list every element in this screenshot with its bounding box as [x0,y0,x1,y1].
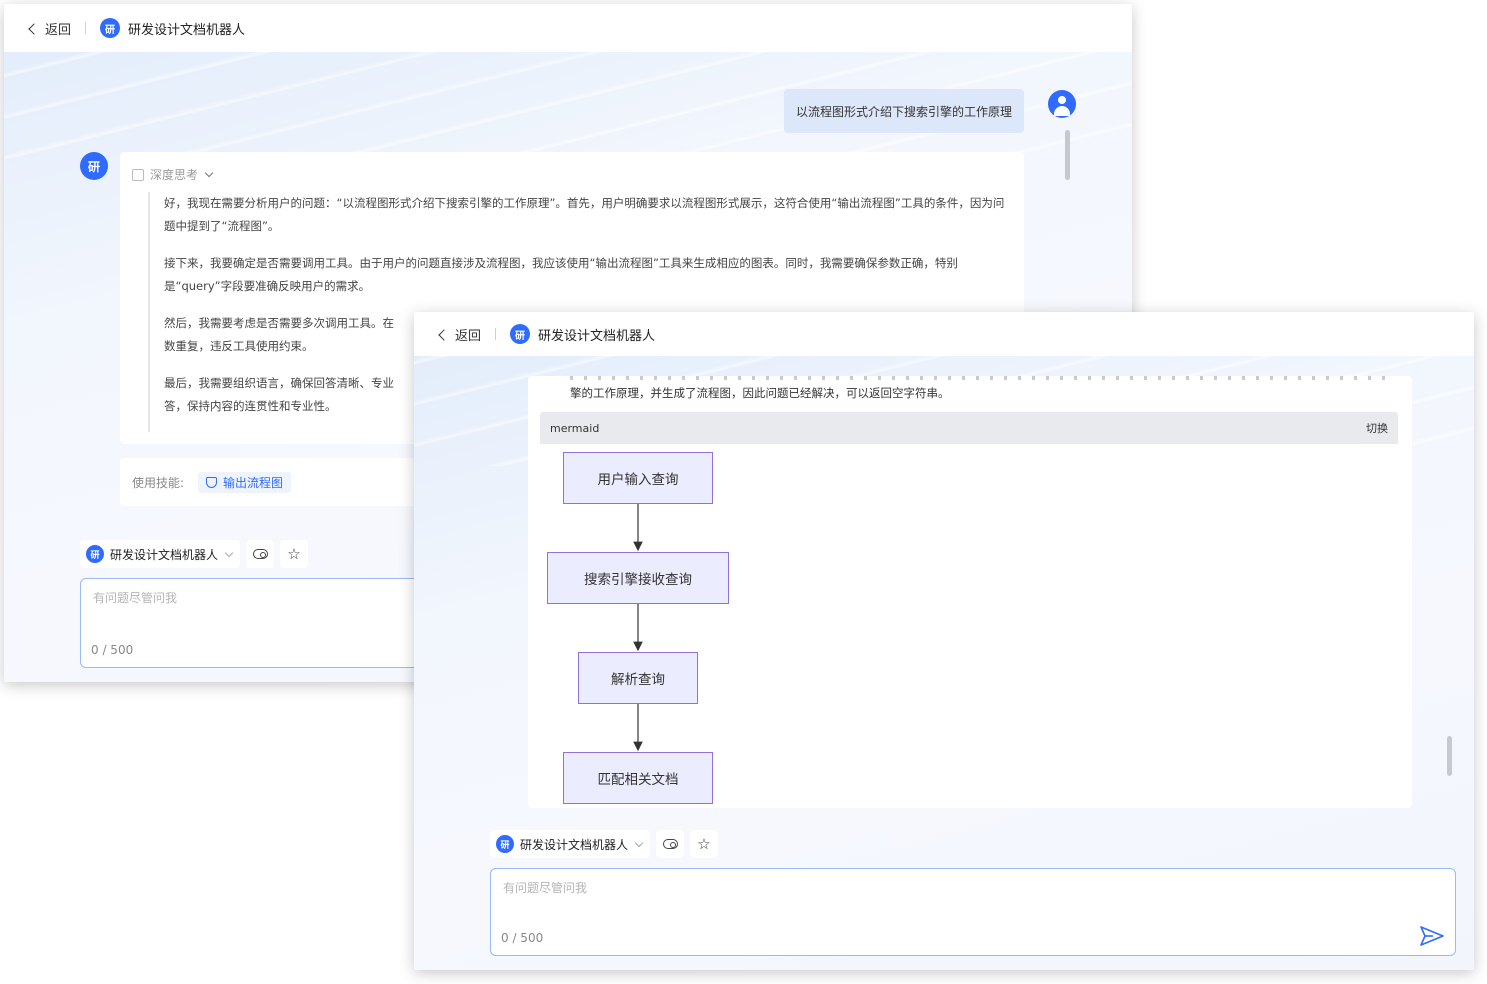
user-message-text: 以流程图形式介绍下搜索引擎的工作原理 [795,104,1012,119]
answer-card: 擎的工作原理，并生成了流程图，因此问题已经解决，可以返回空字符串。 mermai… [528,376,1412,808]
code-language: mermaid [550,421,600,435]
think-paragraph: 接下来，我要确定是否需要调用工具。由于用户的问题直接涉及流程图，我应该使用“输出… [164,256,958,293]
user-message-bubble: 以流程图形式介绍下搜索引擎的工作原理 [783,89,1024,133]
back-label: 返回 [455,328,482,344]
flow-node-3: 解析查询 [578,652,698,704]
favorite-button[interactable]: ☆ [280,540,309,568]
robot-selector[interactable]: 研 研发设计文档机器人 [490,830,651,858]
cloud-icon [252,549,268,559]
page-title: 研发设计文档机器人 [128,22,246,38]
robot-selector-label: 研发设计文档机器人 [110,547,219,562]
thinking-icon [132,168,144,181]
char-counter: 0 / 500 [501,931,544,945]
user-avatar-icon [1048,90,1076,118]
think-paragraph: 好，我现在需要分析用户的问题：“以流程图形式介绍下搜索引擎的工作原理”。首先，用… [164,196,1005,233]
flowchart: 用户输入查询 搜索引擎接收查询 解析查询 匹配相关文档 [540,444,1398,808]
top-bar: 返回 研 研发设计文档机器人 [414,312,1474,356]
back-button[interactable]: 返回 [28,19,72,38]
flow-node-2: 搜索引擎接收查询 [547,552,729,604]
skill-chip-label: 输出流程图 [223,475,284,490]
cloud-button[interactable] [246,540,275,568]
top-bar: 返回 研 研发设计文档机器人 [4,4,1132,52]
robot-selector[interactable]: 研 研发设计文档机器人 [80,540,241,568]
think-label: 深度思考 [150,168,199,182]
send-icon[interactable] [1419,925,1445,947]
star-icon: ☆ [287,545,301,563]
cloud-button[interactable] [656,830,685,858]
bot-avatar: 研 [100,18,121,38]
divider [85,22,87,34]
skills-used: 使用技能: 输出流程图 [120,458,440,506]
skills-label: 使用技能: [132,475,185,490]
composer-toolbar: 研 研发设计文档机器人 ☆ [490,830,719,858]
switch-button[interactable]: 切换 [1366,420,1388,436]
bot-avatar: 研 [496,835,514,853]
scrollbar[interactable] [1065,130,1070,180]
chevron-down-icon [204,168,214,178]
chevron-down-icon [224,548,234,557]
star-icon: ☆ [697,835,711,853]
robot-selector-label: 研发设计文档机器人 [520,837,629,852]
flow-node-1: 用户输入查询 [563,452,713,504]
cloud-icon [662,839,678,849]
bot-avatar: 研 [86,545,104,563]
divider [495,328,497,340]
chat-background: 擎的工作原理，并生成了流程图，因此问题已经解决，可以返回空字符串。 mermai… [414,356,1474,970]
back-label: 返回 [45,22,72,38]
message-input-box: 0 / 500 [490,868,1456,956]
back-button[interactable]: 返回 [438,325,482,344]
message-input[interactable] [503,881,1395,895]
chevron-down-icon [634,838,644,847]
chat-window-front: 返回 研 研发设计文档机器人 擎的工作原理，并生成了流程图，因此问题已经解决，可… [414,312,1474,970]
char-counter: 0 / 500 [91,643,134,657]
flow-node-4: 匹配相关文档 [563,752,713,804]
skill-chip-flowchart[interactable]: 输出流程图 [198,471,292,493]
page-title: 研发设计文档机器人 [538,328,656,344]
composer-toolbar: 研 研发设计文档机器人 ☆ [80,540,309,568]
chevron-left-icon [438,328,450,341]
chevron-left-icon [28,22,40,35]
bot-avatar: 研 [510,324,531,344]
bot-avatar: 研 [80,152,108,180]
scrollbar[interactable] [1447,736,1452,776]
think-toggle[interactable]: 深度思考 [132,166,214,183]
code-block-header: mermaid 切换 [540,412,1398,444]
answer-text: 擎的工作原理，并生成了流程图，因此问题已经解决，可以返回空字符串。 [570,386,950,400]
skill-icon [206,476,218,488]
clipped-text [570,376,1390,380]
favorite-button[interactable]: ☆ [690,830,719,858]
